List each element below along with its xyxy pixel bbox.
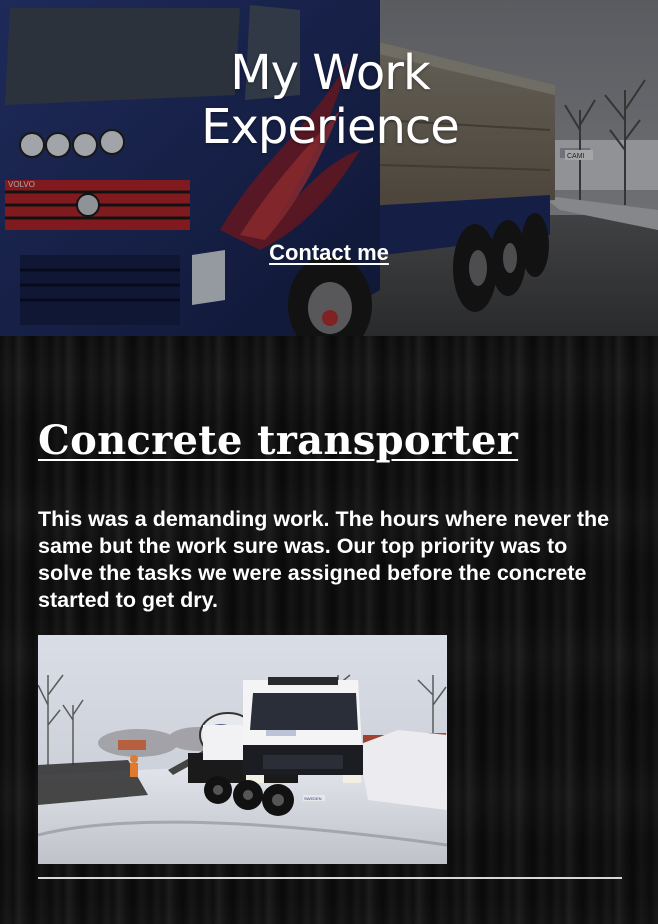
- page-title-line-1: My Work: [230, 45, 431, 101]
- license-plate: SWEDEN: [304, 796, 322, 801]
- section-divider: [38, 877, 622, 879]
- contact-me-link[interactable]: Contact me: [0, 240, 658, 266]
- job-description: This was a demanding work. The hours whe…: [38, 507, 610, 612]
- job-title: Concrete transporter: [38, 417, 519, 464]
- concrete-truck-photo: SWEDEN: [38, 635, 447, 864]
- page-title-line-2: Experience: [201, 99, 460, 155]
- concrete-truck-image: SWEDEN: [38, 635, 447, 864]
- hero-banner: VOLVO CAMI My Work Experience Contact me: [0, 0, 658, 336]
- experience-section: Concrete transporter This was a demandin…: [0, 336, 658, 924]
- page-title: My Work Experience: [150, 46, 510, 154]
